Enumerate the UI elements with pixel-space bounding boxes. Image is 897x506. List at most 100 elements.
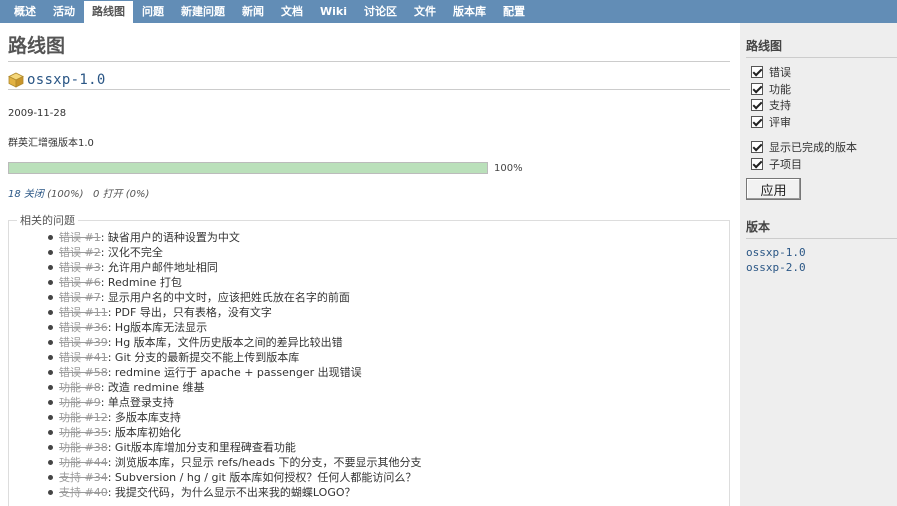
menu-item-10[interactable]: 版本库 xyxy=(445,1,494,23)
issue-subject: : Git版本库增加分支和里程碑查看功能 xyxy=(107,441,296,454)
issue-link[interactable]: 功能 #12 xyxy=(59,411,108,424)
issue-link[interactable]: 功能 #38 xyxy=(59,441,108,454)
open-issues: 0 打开 (0%) xyxy=(93,189,150,200)
progress-bar xyxy=(8,162,488,174)
issue-item: 支持 #40: 我提交代码，为什么显示不出来我的蝴蝶LOGO？ xyxy=(48,485,729,500)
issue-link[interactable]: 错误 #3 xyxy=(59,261,101,274)
sidebar-version-link[interactable]: ossxp-2.0 xyxy=(746,260,897,275)
issue-subject: : 我提交代码，为什么显示不出来我的蝴蝶LOGO？ xyxy=(107,486,356,499)
package-icon xyxy=(8,72,24,88)
issue-subject: : 版本库初始化 xyxy=(107,426,181,439)
option-checkbox[interactable] xyxy=(751,157,763,170)
issue-subject: : 改造 redmine 维基 xyxy=(100,381,205,394)
option-row-0[interactable]: 显示已完成的版本 xyxy=(746,139,897,156)
issue-link[interactable]: 错误 #2 xyxy=(59,246,101,259)
issue-item: 错误 #3: 允许用户邮件地址相同 xyxy=(48,260,729,275)
tracker-label: 支持 xyxy=(769,99,791,113)
apply-button[interactable]: 应用 xyxy=(746,178,801,200)
issue-item: 错误 #6: Redmine 打包 xyxy=(48,275,729,290)
tracker-row-3[interactable]: 评审 xyxy=(746,114,897,131)
menu-item-5[interactable]: 新闻 xyxy=(234,1,272,23)
main-menu: 概述 活动 路线图 问题 新建问题 新闻 文档 Wiki 讨论区 文件 版本库 配置 xyxy=(0,0,897,23)
closed-issues-link[interactable]: 18 关闭 xyxy=(8,189,44,200)
issue-subject: : Hg版本库无法显示 xyxy=(107,321,208,334)
issue-item: 功能 #38: Git版本库增加分支和里程碑查看功能 xyxy=(48,440,729,455)
version-link[interactable]: ossxp-1.0 xyxy=(27,72,106,88)
sidebar-title: 路线图 xyxy=(746,37,897,58)
content-area: 路线图 ossxp-1.0 2009-11-28 群英汇增强版本1.0 100%… xyxy=(0,23,740,506)
issue-item: 功能 #8: 改造 redmine 维基 xyxy=(48,380,729,395)
issue-subject: : PDF 导出，只有表格，没有文字 xyxy=(107,306,272,319)
menu-item-0[interactable]: 概述 xyxy=(6,1,44,23)
related-issues-legend: 相关的问题 xyxy=(20,214,75,227)
issue-link[interactable]: 支持 #34 xyxy=(59,471,108,484)
issue-subject: : 缺省用户的语种设置为中文 xyxy=(100,231,240,244)
issue-link[interactable]: 错误 #36 xyxy=(59,321,108,334)
issue-item: 错误 #58: redmine 运行于 apache + passenger 出… xyxy=(48,365,729,380)
tracker-checkbox[interactable] xyxy=(751,82,763,95)
tracker-label: 评审 xyxy=(769,115,791,129)
issue-subject: : 浏览版本库，只显示 refs/heads 下的分支，不要显示其他分支 xyxy=(107,456,422,469)
option-filters: 显示已完成的版本 子项目 xyxy=(746,139,897,172)
version-heading: ossxp-1.0 xyxy=(8,72,730,90)
issue-item: 错误 #41: Git 分支的最新提交不能上传到版本库 xyxy=(48,350,729,365)
issue-subject: : 显示用户名的中文时，应该把姓氏放在名字的前面 xyxy=(100,291,350,304)
sidebar: 路线图 错误 功能 支持 评审 显示已完成的版本 子项目 应用 版本 ossxp-1.0… xyxy=(740,23,897,506)
tracker-label: 功能 xyxy=(769,82,791,96)
tracker-row-2[interactable]: 支持 xyxy=(746,97,897,114)
issue-subject: : 允许用户邮件地址相同 xyxy=(100,261,218,274)
issue-subject: : 汉化不完全 xyxy=(100,246,163,259)
issue-item: 功能 #9: 单点登录支持 xyxy=(48,395,729,410)
issue-link[interactable]: 功能 #8 xyxy=(59,381,101,394)
progress-fill xyxy=(9,163,487,173)
issue-item: 支持 #34: Subversion / hg / git 版本库如何授权？任何… xyxy=(48,470,729,485)
menu-item-4[interactable]: 新建问题 xyxy=(173,1,233,23)
issue-subject: : redmine 运行于 apache + passenger 出现错误 xyxy=(107,366,362,379)
issue-link[interactable]: 错误 #11 xyxy=(59,306,108,319)
issue-link[interactable]: 错误 #41 xyxy=(59,351,108,364)
menu-item-6[interactable]: 文档 xyxy=(273,1,311,23)
issue-subject: : Redmine 打包 xyxy=(100,276,182,289)
issues-list: 错误 #1: 缺省用户的语种设置为中文 错误 #2: 汉化不完全 错误 #3: 允许… xyxy=(9,230,729,500)
issue-subject: : 多版本库支持 xyxy=(107,411,181,424)
issue-link[interactable]: 功能 #9 xyxy=(59,396,101,409)
tracker-filters: 错误 功能支持评审 xyxy=(746,64,897,130)
issue-link[interactable]: 功能 #35 xyxy=(59,426,108,439)
issue-item: 错误 #11: PDF 导出，只有表格，没有文字 xyxy=(48,305,729,320)
issue-item: 功能 #44: 浏览版本库，只显示 refs/heads 下的分支，不要显示其他… xyxy=(48,455,729,470)
sidebar-version-link[interactable]: ossxp-1.0 xyxy=(746,245,897,260)
menu-item-2[interactable]: 路线图 xyxy=(84,1,133,23)
issue-link[interactable]: 错误 #39 xyxy=(59,336,108,349)
menu-item-11[interactable]: 配置 xyxy=(495,1,533,23)
option-label: 显示已完成的版本 xyxy=(769,141,857,155)
issue-item: 功能 #35: 版本库初始化 xyxy=(48,425,729,440)
menu-item-1[interactable]: 活动 xyxy=(45,1,83,23)
issue-link[interactable]: 错误 #6 xyxy=(59,276,101,289)
issue-item: 错误 #1: 缺省用户的语种设置为中文 xyxy=(48,230,729,245)
version-description: 群英汇增强版本1.0 xyxy=(8,138,94,149)
menu-item-8[interactable]: 讨论区 xyxy=(356,1,405,23)
page-title: 路线图 xyxy=(8,33,730,62)
option-label: 子项目 xyxy=(769,157,802,171)
tracker-checkbox[interactable] xyxy=(751,115,763,128)
menu-item-7[interactable]: Wiki xyxy=(312,1,355,23)
option-checkbox[interactable] xyxy=(751,141,763,154)
progress-percent: 100% xyxy=(494,162,523,174)
issue-link[interactable]: 错误 #1 xyxy=(59,231,101,244)
menu-item-3[interactable]: 问题 xyxy=(134,1,172,23)
issue-subject: : Subversion / hg / git 版本库如何授权？任何人都能访问么… xyxy=(107,471,417,484)
issue-subject: : Git 分支的最新提交不能上传到版本库 xyxy=(107,351,300,364)
issue-item: 错误 #36: Hg版本库无法显示 xyxy=(48,320,729,335)
tracker-row-1[interactable]: 功能 xyxy=(746,81,897,98)
issue-item: 功能 #12: 多版本库支持 xyxy=(48,410,729,425)
issue-link[interactable]: 错误 #58 xyxy=(59,366,108,379)
issue-link[interactable]: 功能 #44 xyxy=(59,456,108,469)
tracker-checkbox[interactable] xyxy=(751,99,763,112)
issue-link[interactable]: 支持 #40 xyxy=(59,486,108,499)
issue-item: 错误 #7: 显示用户名的中文时，应该把姓氏放在名字的前面 xyxy=(48,290,729,305)
menu-item-9[interactable]: 文件 xyxy=(406,1,444,23)
tracker-row-0[interactable]: 错误 xyxy=(746,64,897,81)
option-row-1[interactable]: 子项目 xyxy=(746,156,897,173)
tracker-checkbox[interactable] xyxy=(751,66,763,79)
issue-link[interactable]: 错误 #7 xyxy=(59,291,101,304)
